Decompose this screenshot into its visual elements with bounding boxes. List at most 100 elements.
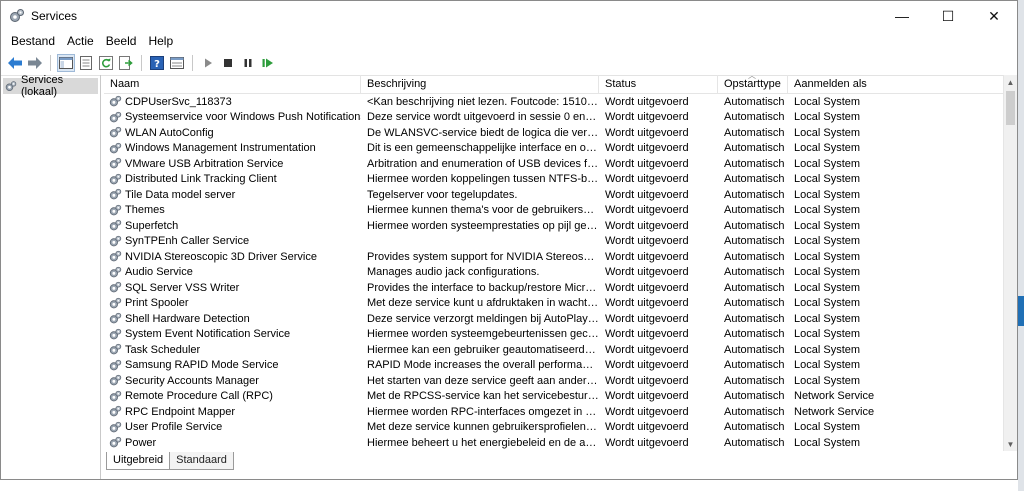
table-row[interactable]: Shell Hardware Detection Deze service ve… [104, 311, 1003, 327]
service-gear-icon [109, 421, 122, 433]
service-status: Wordt uitgevoerd [605, 250, 689, 263]
table-row[interactable]: System Event Notification Service Hierme… [104, 327, 1003, 343]
maximize-button[interactable]: ☐ [925, 1, 971, 31]
table-row[interactable]: WLAN AutoConfig De WLANSVC-service biedt… [104, 125, 1003, 141]
service-gear-icon [109, 251, 122, 262]
service-startup-type: Automatisch [724, 219, 785, 232]
service-name: Windows Management Instrumentation [125, 142, 316, 155]
tree-item-label: Services (lokaal) [20, 74, 64, 98]
service-description: Hiermee kunnen thema's voor de gebruiker… [367, 204, 599, 217]
view-button[interactable] [168, 54, 186, 72]
title-bar[interactable]: Services — ☐ ✕ [1, 1, 1017, 31]
table-row[interactable]: NVIDIA Stereoscopic 3D Driver Service Pr… [104, 249, 1003, 265]
service-gear-icon [109, 313, 122, 324]
services-list-pane: Naam Beschrijving Status ︿ Opstarttype Aa… [104, 72, 1017, 479]
service-name-cell: Distributed Link Tracking Client [104, 173, 361, 186]
service-log-on-as: Local System [794, 111, 861, 124]
service-description: Deze service verzorgt meldingen bij Auto… [367, 312, 599, 325]
table-row[interactable]: Power Hiermee beheert u het energiebelei… [104, 435, 1003, 450]
properties-button[interactable] [77, 54, 95, 72]
service-log-on-as: Local System [794, 173, 861, 186]
service-log-on-as: Local System [794, 250, 861, 263]
table-row[interactable]: Windows Management Instrumentation Dit i… [104, 141, 1003, 157]
refresh-button[interactable] [97, 54, 115, 72]
service-log-on-as: Local System [794, 312, 861, 325]
console-tree-button[interactable] [57, 54, 75, 72]
service-status: Wordt uitgevoerd [605, 142, 689, 155]
service-name-cell: Remote Procedure Call (RPC) [104, 390, 361, 403]
table-row[interactable]: VMware USB Arbitration Service Arbitrati… [104, 156, 1003, 172]
table-row[interactable]: Task Scheduler Hiermee kan een gebruiker… [104, 342, 1003, 358]
menu-help[interactable]: Help [142, 31, 179, 51]
minimize-button[interactable]: — [879, 1, 925, 31]
service-name: VMware USB Arbitration Service [125, 157, 284, 170]
help-button[interactable]: ? [148, 54, 166, 72]
menu-beeld[interactable]: Beeld [100, 31, 143, 51]
column-header-description[interactable]: Beschrijving [361, 75, 599, 93]
forward-button[interactable] [26, 54, 44, 72]
table-row[interactable]: CDPUserSvc_118373 <Kan beschrijving niet… [104, 94, 1003, 110]
table-row[interactable]: RPC Endpoint Mapper Hiermee worden RPC-i… [104, 404, 1003, 420]
service-status: Wordt uitgevoerd [605, 374, 689, 387]
pause-service-button[interactable] [239, 54, 257, 72]
service-log-on-as: Local System [794, 281, 861, 294]
table-row[interactable]: Audio Service Manages audio jack configu… [104, 265, 1003, 281]
service-name: SynTPEnh Caller Service [125, 235, 250, 248]
vertical-scrollbar[interactable]: ▲ ▼ [1003, 75, 1017, 451]
back-button[interactable] [6, 54, 24, 72]
service-description: Deze service wordt uitgevoerd in sessie … [367, 111, 599, 124]
service-gear-icon [109, 390, 122, 402]
table-row[interactable]: User Profile Service Met deze service ku… [104, 420, 1003, 436]
tree-item-services-local[interactable]: Services (lokaal) [3, 74, 98, 98]
table-row[interactable]: Distributed Link Tracking Client Hiermee… [104, 172, 1003, 188]
start-service-button[interactable] [199, 54, 217, 72]
table-row[interactable]: Systeemservice voor Windows Push Notific… [104, 110, 1003, 126]
export-button[interactable] [117, 54, 135, 72]
service-status: Wordt uitgevoerd [605, 204, 689, 217]
table-row[interactable]: SynTPEnh Caller Service Wordt uitgevoerd… [104, 234, 1003, 250]
service-log-on-as: Local System [794, 235, 861, 248]
service-gear-icon [109, 437, 122, 448]
stop-service-button[interactable] [219, 54, 237, 72]
service-startup-type: Automatisch [724, 421, 785, 434]
service-log-on-as: Local System [794, 297, 861, 310]
scrollbar-thumb[interactable] [1006, 91, 1015, 125]
service-description: Tegelserver voor tegelupdates. [367, 188, 518, 201]
table-row[interactable]: Print Spooler Met deze service kunt u af… [104, 296, 1003, 312]
service-startup-type: Automatisch [724, 126, 785, 139]
background-desktop-edge [1018, 0, 1024, 491]
table-row[interactable]: SQL Server VSS Writer Provides the inter… [104, 280, 1003, 296]
menu-actie[interactable]: Actie [61, 31, 100, 51]
restart-service-button[interactable] [259, 54, 277, 72]
table-row[interactable]: Tile Data model server Tegelserver voor … [104, 187, 1003, 203]
scroll-down-icon[interactable]: ▼ [1004, 437, 1017, 451]
tab-standard[interactable]: Standaard [169, 452, 234, 470]
service-startup-type: Automatisch [724, 142, 785, 155]
column-header-status[interactable]: Status [599, 75, 718, 93]
service-gear-icon [109, 266, 122, 278]
tab-extended[interactable]: Uitgebreid [106, 452, 171, 470]
scroll-up-icon[interactable]: ▲ [1004, 75, 1017, 89]
table-row[interactable]: Security Accounts Manager Het starten va… [104, 373, 1003, 389]
properties-icon [80, 56, 92, 70]
service-log-on-as: Local System [794, 204, 861, 217]
service-status: Wordt uitgevoerd [605, 219, 689, 232]
column-header-log-on-as[interactable]: Aanmelden als [788, 75, 888, 93]
service-status: Wordt uitgevoerd [605, 111, 689, 124]
menu-bestand[interactable]: Bestand [5, 31, 61, 51]
table-row[interactable]: Samsung RAPID Mode Service RAPID Mode in… [104, 358, 1003, 374]
service-log-on-as: Local System [794, 421, 861, 434]
table-row[interactable]: Superfetch Hiermee worden systeemprestat… [104, 218, 1003, 234]
forward-icon [28, 57, 42, 69]
service-name: User Profile Service [125, 421, 223, 434]
service-log-on-as: Local System [794, 328, 861, 341]
service-name-cell: Security Accounts Manager [104, 374, 361, 387]
services-gear-icon [5, 80, 17, 91]
table-row[interactable]: Remote Procedure Call (RPC) Met de RPCSS… [104, 389, 1003, 405]
service-startup-type: Automatisch [724, 436, 785, 449]
column-header-name[interactable]: Naam [104, 75, 361, 93]
column-header-startup-type[interactable]: ︿ Opstarttype [718, 72, 788, 93]
close-button[interactable]: ✕ [971, 1, 1017, 31]
service-gear-icon [109, 282, 122, 293]
table-row[interactable]: Themes Hiermee kunnen thema's voor de ge… [104, 203, 1003, 219]
